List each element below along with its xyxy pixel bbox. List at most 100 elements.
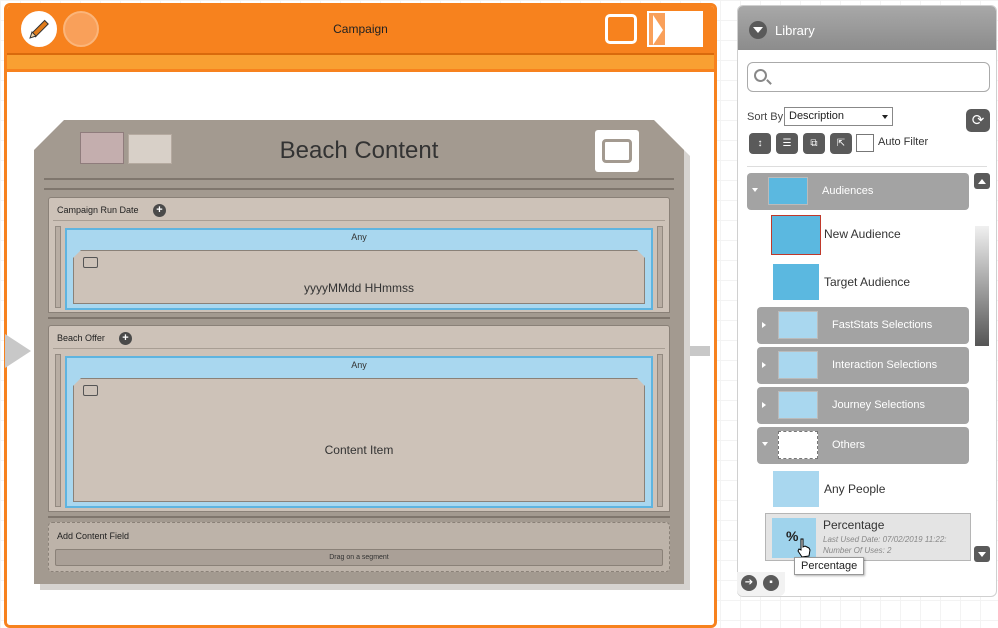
add-content-field-label: Add Content Field (57, 531, 130, 541)
section-label: Beach Offer (57, 333, 105, 343)
item-label: Target Audience (824, 275, 911, 289)
content-field-box[interactable]: yyyyMMdd HHmmss (73, 250, 645, 304)
auto-filter-checkbox[interactable] (856, 134, 874, 152)
section-divider (53, 220, 665, 221)
group-journey-selections[interactable]: Journey Selections (757, 387, 969, 424)
list-view-button[interactable]: ☰ (776, 133, 798, 154)
input-connector[interactable] (5, 334, 31, 368)
left-rail (55, 226, 61, 308)
audiences-icon (768, 177, 808, 205)
arrow-right-icon: ➔ (744, 577, 754, 588)
scroll-up-button[interactable] (974, 173, 990, 189)
any-container[interactable]: Any Content Item (65, 356, 653, 508)
chevron-down-icon (762, 442, 768, 446)
scroll-down-button[interactable] (974, 546, 990, 562)
content-field-value: yyyyMMdd HHmmss (304, 281, 414, 295)
any-container[interactable]: Any yyyyMMdd HHmmss (65, 228, 653, 310)
chevron-right-icon (762, 402, 766, 408)
auto-filter-label: Auto Filter (878, 136, 929, 148)
collapse-icon: ⇱ (836, 138, 846, 149)
list-icon: ☰ (782, 138, 792, 149)
add-icon[interactable]: + (119, 332, 132, 345)
library-footer: ➔ ▪ (737, 572, 785, 596)
content-field-box[interactable]: Content Item (73, 378, 645, 502)
section-divider (48, 317, 670, 319)
chevron-right-icon (762, 322, 766, 328)
checkbox-icon[interactable] (83, 385, 98, 396)
tooltip: Percentage (794, 557, 865, 575)
dropdown-arrow-icon (882, 115, 888, 119)
search-input[interactable] (774, 67, 984, 87)
sort-az-button[interactable]: ↕ (749, 133, 771, 154)
group-label: Audiences (822, 185, 874, 197)
sort-select-value: Description (789, 110, 845, 122)
item-any-people[interactable]: Any People (773, 471, 969, 511)
expand-button[interactable]: ⧉ (803, 133, 825, 154)
group-label: Interaction Selections (832, 359, 938, 371)
group-others[interactable]: Others (757, 427, 969, 464)
group-audiences[interactable]: Audiences (747, 173, 969, 210)
right-rail (657, 354, 663, 507)
right-rail (657, 226, 663, 308)
section-beach-offer: Beach Offer + Any Content Item (48, 325, 670, 512)
chevron-down-icon (752, 188, 758, 192)
checkbox-icon[interactable] (83, 257, 98, 268)
group-label: Others (832, 439, 866, 451)
library-title: Library (775, 23, 815, 38)
section-divider (53, 348, 665, 349)
interaction-icon (778, 351, 818, 379)
campaign-header: Campaign (7, 6, 714, 53)
flag-button[interactable] (647, 11, 703, 47)
left-rail (55, 354, 61, 507)
beach-content-card[interactable]: Beach Content Campaign Run Date + Any yy… (34, 120, 684, 584)
pin-button[interactable]: ▪ (763, 575, 779, 591)
card-divider (44, 178, 674, 180)
refresh-button[interactable]: ⟳ (966, 109, 990, 132)
collapse-toggle[interactable] (749, 21, 767, 39)
card-window-button[interactable] (595, 130, 639, 172)
sort-by-label: Sort By (747, 111, 784, 123)
library-panel: Library Sort By Description ⟳ ↕ ☰ ⧉ ⇱ Au… (737, 5, 997, 597)
drag-segment-area[interactable]: Drag on a segment (55, 549, 663, 566)
content-field-value: Content Item (324, 443, 394, 457)
group-faststats-selections[interactable]: FastStats Selections (757, 307, 969, 344)
arrow-right-button[interactable]: ➔ (741, 575, 757, 591)
refresh-icon: ⟳ (971, 112, 985, 129)
search-icon (754, 69, 767, 82)
expand-icon: ⧉ (810, 138, 818, 149)
chevron-right-icon (653, 15, 663, 45)
card-title: Beach Content (279, 137, 439, 164)
scrollbar-track[interactable] (975, 226, 989, 346)
any-label: Any (351, 360, 367, 370)
sort-select[interactable]: Description (784, 107, 893, 126)
search-box[interactable] (747, 62, 990, 92)
item-new-audience[interactable]: New Audience (771, 215, 967, 255)
add-icon[interactable]: + (153, 204, 166, 217)
item-label: Percentage (823, 518, 885, 532)
others-icon (778, 431, 818, 459)
item-label: Any People (824, 482, 886, 496)
section-divider (48, 516, 670, 518)
chevron-down-icon (753, 27, 763, 33)
collapse-button[interactable]: ⇱ (830, 133, 852, 154)
last-used-date: Last Used Date: 07/02/2019 11:22: (823, 535, 947, 544)
item-target-audience[interactable]: Target Audience (773, 264, 969, 304)
group-label: Journey Selections (832, 399, 925, 411)
section-campaign-run-date: Campaign Run Date + Any yyyyMMdd HHmmss (48, 197, 670, 313)
toolbar-divider (747, 166, 987, 167)
journey-icon (778, 391, 818, 419)
audience-icon (771, 215, 821, 255)
window-toggle-button[interactable] (605, 14, 637, 44)
card-divider (44, 188, 674, 190)
add-content-field[interactable]: Add Content Field Drag on a segment (48, 522, 670, 572)
flag-fill (665, 13, 703, 45)
chevron-down-icon (978, 551, 986, 557)
library-header[interactable]: Library (738, 6, 996, 50)
campaign-toolbar (7, 55, 714, 72)
item-label: New Audience (824, 227, 901, 241)
any-label: Any (351, 232, 367, 242)
group-interaction-selections[interactable]: Interaction Selections (757, 347, 969, 384)
selection-icon (778, 311, 818, 339)
window-icon (602, 139, 632, 163)
chevron-right-icon (762, 362, 766, 368)
